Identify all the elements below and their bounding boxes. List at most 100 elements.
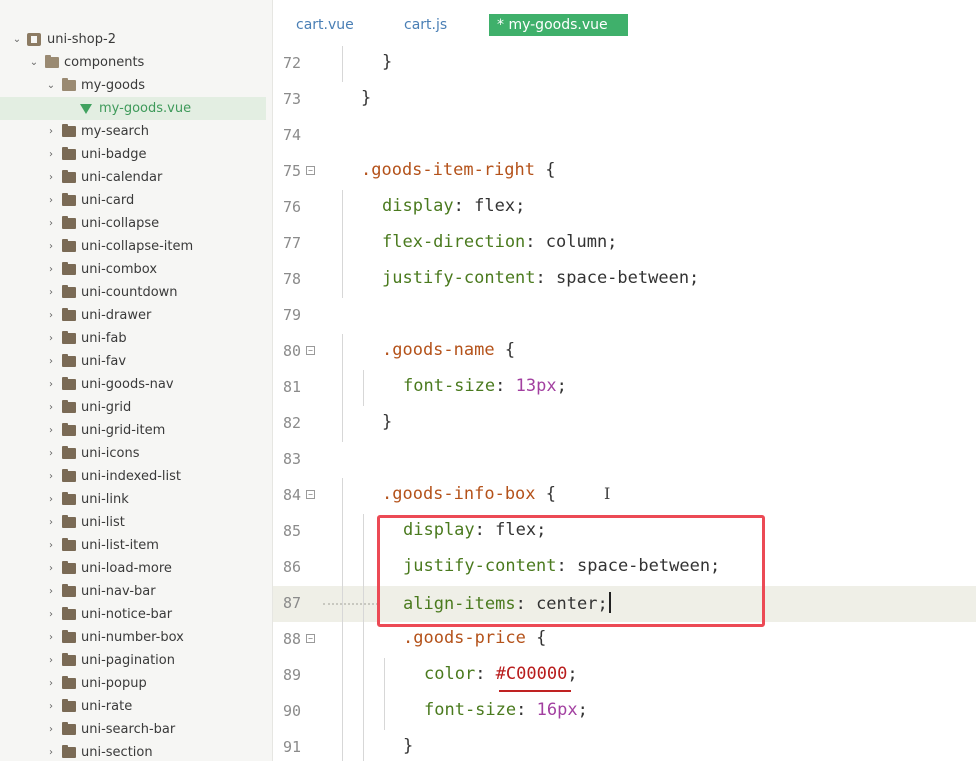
tree-item-uni-number-box[interactable]: › uni-number-box	[0, 626, 266, 649]
chevron-right-icon[interactable]: ›	[45, 327, 57, 350]
tree-item-uni-list-item[interactable]: › uni-list-item	[0, 534, 266, 557]
tree-item-uni-fab[interactable]: › uni-fab	[0, 327, 266, 350]
tree-item-my-search[interactable]: › my-search	[0, 120, 266, 143]
folder-icon	[62, 699, 76, 712]
chevron-right-icon[interactable]: ›	[45, 534, 57, 557]
tree-item-uni-combox[interactable]: › uni-combox	[0, 258, 266, 281]
folder-icon	[62, 745, 76, 758]
tree-item-uni-goods-nav[interactable]: › uni-goods-nav	[0, 373, 266, 396]
tab-cart-js[interactable]: cart.js	[396, 14, 455, 36]
code-line[interactable]: 81 font-size: 13px;	[273, 370, 976, 406]
tree-item-uni-nav-bar[interactable]: › uni-nav-bar	[0, 580, 266, 603]
chevron-down-icon[interactable]: ⌄	[11, 28, 23, 51]
chevron-down-icon[interactable]: ⌄	[28, 51, 40, 74]
tree-item-uni-collapse[interactable]: › uni-collapse	[0, 212, 266, 235]
chevron-right-icon[interactable]: ›	[45, 166, 57, 189]
chevron-right-icon[interactable]: ›	[45, 580, 57, 603]
code-text: .goods-name {	[382, 340, 515, 360]
code-token: {	[494, 340, 516, 360]
chevron-right-icon[interactable]: ›	[45, 143, 57, 166]
tree-item-uni-fav[interactable]: › uni-fav	[0, 350, 266, 373]
chevron-right-icon[interactable]: ›	[45, 672, 57, 695]
fold-toggle-icon[interactable]: −	[306, 634, 315, 643]
tree-item-label: uni-calendar	[81, 170, 163, 185]
chevron-right-icon[interactable]: ›	[45, 488, 57, 511]
tree-item-uni-collapse-item[interactable]: › uni-collapse-item	[0, 235, 266, 258]
code-line[interactable]: 77 flex-direction: column;	[273, 226, 976, 262]
code-line[interactable]: 74	[273, 118, 976, 154]
chevron-right-icon[interactable]: ›	[45, 281, 57, 304]
chevron-right-icon[interactable]: ›	[45, 189, 57, 212]
code-line[interactable]: 79	[273, 298, 976, 334]
tree-item-uni-load-more[interactable]: › uni-load-more	[0, 557, 266, 580]
tree-item-uni-section[interactable]: › uni-section	[0, 741, 266, 761]
code-line[interactable]: 89 color: #C00000;	[273, 658, 976, 694]
chevron-right-icon[interactable]: ›	[45, 626, 57, 649]
chevron-right-icon[interactable]: ›	[45, 350, 57, 373]
tree-item-uni-indexed-list[interactable]: › uni-indexed-list	[0, 465, 266, 488]
chevron-right-icon[interactable]: ›	[45, 718, 57, 741]
code-token: }	[382, 52, 393, 72]
chevron-right-icon[interactable]: ›	[45, 695, 57, 718]
chevron-right-icon[interactable]: ›	[45, 396, 57, 419]
tree-item-uni-pagination[interactable]: › uni-pagination	[0, 649, 266, 672]
tab-cart-vue[interactable]: cart.vue	[288, 14, 362, 36]
chevron-down-icon[interactable]: ⌄	[45, 74, 57, 97]
code-line[interactable]: 72}	[273, 46, 976, 82]
tree-item-uni-grid-item[interactable]: › uni-grid-item	[0, 419, 266, 442]
code-line[interactable]: 84− .goods-info-box {	[273, 478, 976, 514]
code-line[interactable]: 82}	[273, 406, 976, 442]
code-line[interactable]: 91}	[273, 730, 976, 761]
fold-toggle-icon[interactable]: −	[306, 166, 315, 175]
chevron-right-icon[interactable]: ›	[45, 304, 57, 327]
code-line[interactable]: 73}	[273, 82, 976, 118]
tree-item-my-goods[interactable]: ⌄ my-goods	[0, 74, 266, 97]
fold-toggle-icon[interactable]: −	[306, 490, 315, 499]
chevron-right-icon[interactable]: ›	[45, 258, 57, 281]
chevron-right-icon[interactable]: ›	[45, 373, 57, 396]
tree-item-components[interactable]: ⌄ components	[0, 51, 266, 74]
code-token: {	[535, 484, 557, 504]
code-line[interactable]: 75− .goods-item-right {	[273, 154, 976, 190]
tree-item-project[interactable]: ⌄ uni-shop-2	[0, 28, 266, 51]
code-line[interactable]: 78 justify-content: space-between;	[273, 262, 976, 298]
tree-item-uni-search-bar[interactable]: › uni-search-bar	[0, 718, 266, 741]
tree-item-uni-grid[interactable]: › uni-grid	[0, 396, 266, 419]
whitespace-dots	[323, 603, 378, 605]
tree-item-uni-card[interactable]: › uni-card	[0, 189, 266, 212]
tree-item-uni-link[interactable]: › uni-link	[0, 488, 266, 511]
tree-item-uni-badge[interactable]: › uni-badge	[0, 143, 266, 166]
chevron-right-icon[interactable]: ›	[45, 442, 57, 465]
tree-item-label: uni-popup	[81, 676, 147, 691]
fold-toggle-icon[interactable]: −	[306, 346, 315, 355]
code-line[interactable]: 76 display: flex;	[273, 190, 976, 226]
tree-item-uni-countdown[interactable]: › uni-countdown	[0, 281, 266, 304]
chevron-right-icon[interactable]: ›	[45, 557, 57, 580]
tree-item-uni-notice-bar[interactable]: › uni-notice-bar	[0, 603, 266, 626]
chevron-right-icon[interactable]: ›	[45, 741, 57, 761]
indent-guide	[363, 730, 364, 761]
tree-item-uni-rate[interactable]: › uni-rate	[0, 695, 266, 718]
chevron-right-icon[interactable]: ›	[45, 212, 57, 235]
indent-guide	[342, 550, 343, 586]
chevron-right-icon[interactable]: ›	[45, 603, 57, 626]
code-editor[interactable]: 72} 73} 74 75− .goods-item-right {76 display:…	[273, 42, 976, 761]
chevron-right-icon[interactable]: ›	[45, 235, 57, 258]
tab-my-goods-vue[interactable]: * my-goods.vue	[489, 14, 628, 36]
tree-item-uni-icons[interactable]: › uni-icons	[0, 442, 266, 465]
code-line[interactable]: 90 font-size: 16px;	[273, 694, 976, 730]
chevron-right-icon[interactable]: ›	[45, 120, 57, 143]
tree-item-uni-drawer[interactable]: › uni-drawer	[0, 304, 266, 327]
chevron-right-icon[interactable]: ›	[45, 419, 57, 442]
code-line[interactable]: 80− .goods-name {	[273, 334, 976, 370]
tree-item-uni-list[interactable]: › uni-list	[0, 511, 266, 534]
tree-item-uni-popup[interactable]: › uni-popup	[0, 672, 266, 695]
project-icon	[27, 33, 41, 46]
chevron-right-icon[interactable]: ›	[45, 511, 57, 534]
chevron-right-icon[interactable]: ›	[45, 649, 57, 672]
tree-item-my-goods-vue[interactable]: my-goods.vue	[0, 97, 266, 120]
code-line[interactable]: 88− .goods-price {	[273, 622, 976, 658]
tree-item-uni-calendar[interactable]: › uni-calendar	[0, 166, 266, 189]
chevron-right-icon[interactable]: ›	[45, 465, 57, 488]
code-line[interactable]: 83	[273, 442, 976, 478]
